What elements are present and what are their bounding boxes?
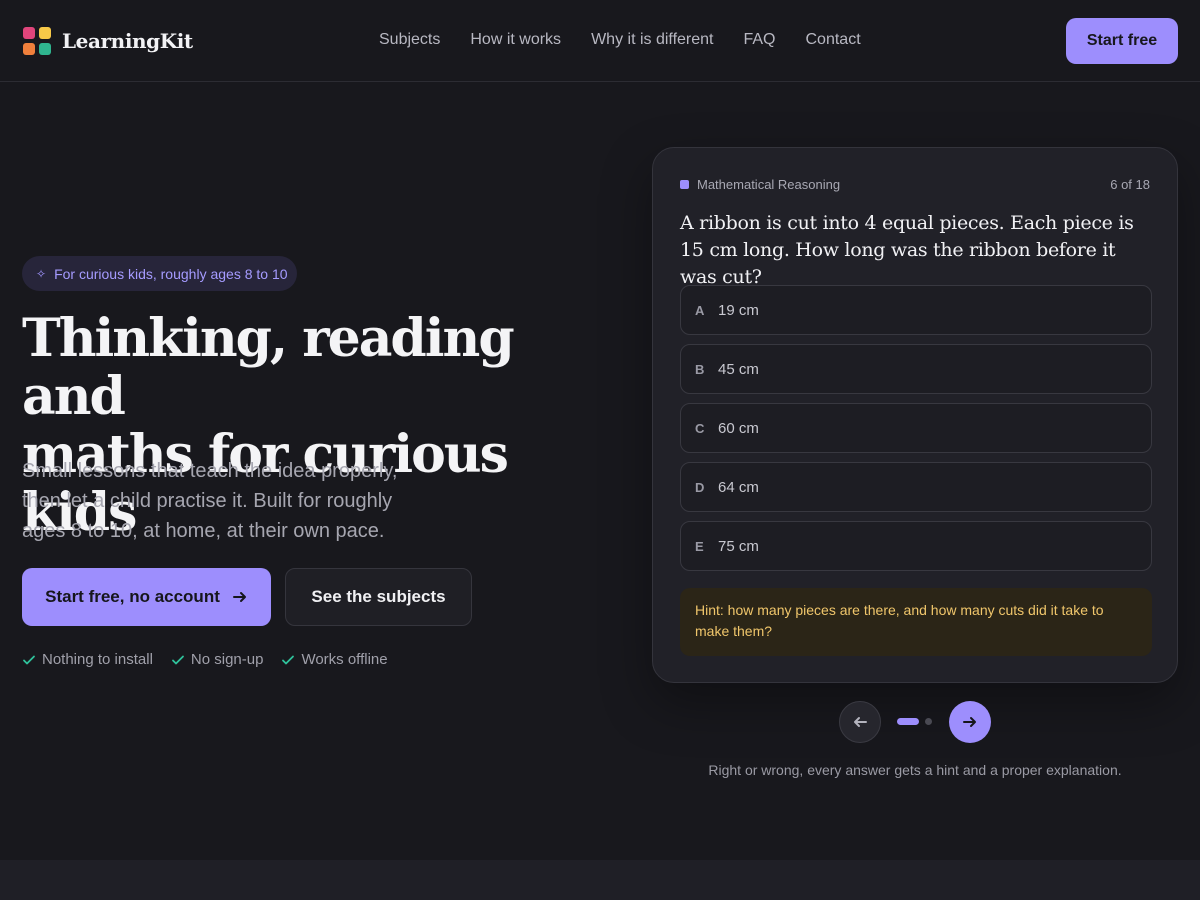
hint-box: Hint: how many pieces are there, and how… bbox=[680, 588, 1152, 656]
logo-square-icon bbox=[23, 43, 35, 55]
logo-square-icon bbox=[39, 27, 51, 39]
option-letter: E bbox=[695, 538, 704, 554]
answer-option-c[interactable]: C 60 cm bbox=[680, 403, 1152, 453]
next-section-edge bbox=[0, 860, 1200, 900]
sparkle-icon: ✧ bbox=[36, 266, 47, 281]
carousel-dot[interactable] bbox=[925, 718, 932, 725]
see-subjects-button[interactable]: See the subjects bbox=[285, 568, 472, 626]
check-label: Works offline bbox=[301, 651, 388, 668]
next-question-button[interactable] bbox=[949, 701, 991, 743]
audience-badge: ✧ For curious kids, roughly ages 8 to 10 bbox=[22, 256, 297, 291]
nav-link-subjects[interactable]: Subjects bbox=[379, 31, 440, 49]
quiz-category: Mathematical Reasoning bbox=[680, 177, 840, 192]
nav-link-how-it-works[interactable]: How it works bbox=[470, 31, 561, 49]
category-label: Mathematical Reasoning bbox=[697, 177, 841, 192]
nav-link-why-different[interactable]: Why it is different bbox=[591, 31, 713, 49]
answer-option-d[interactable]: D 64 cm bbox=[680, 462, 1152, 512]
carousel-dot-active[interactable] bbox=[897, 718, 919, 725]
option-letter: B bbox=[695, 361, 705, 377]
hero-subtitle-line: ages 8 to 10, at home, at their own pace… bbox=[22, 520, 385, 542]
brand-name: LearningKit bbox=[62, 29, 193, 53]
feature-checks: Nothing to install No sign-up Works offl… bbox=[22, 651, 388, 668]
logo[interactable]: LearningKit bbox=[23, 27, 193, 55]
check-icon bbox=[282, 655, 295, 664]
logo-square-icon bbox=[39, 43, 51, 55]
arrow-right-icon bbox=[963, 717, 976, 727]
check-icon bbox=[172, 655, 184, 664]
option-text: 19 cm bbox=[718, 301, 759, 319]
question-progress: 6 of 18 bbox=[1110, 177, 1150, 192]
primary-cta-label: Start free, no account bbox=[45, 587, 220, 606]
nav-link-contact[interactable]: Contact bbox=[806, 31, 861, 49]
check-label: No sign-up bbox=[190, 651, 264, 668]
hero-subtitle: Small lessons that teach the idea proper… bbox=[22, 456, 442, 546]
arrow-right-icon bbox=[232, 592, 246, 602]
badge-label: For curious kids, roughly ages 8 to 10 bbox=[54, 265, 288, 282]
category-dot-icon bbox=[680, 180, 689, 189]
hero-title-line: Thinking, reading and bbox=[22, 308, 515, 427]
answer-option-b[interactable]: B 45 cm bbox=[680, 344, 1152, 394]
option-text: 64 cm bbox=[718, 478, 759, 496]
option-letter: A bbox=[695, 302, 705, 318]
check-icon bbox=[23, 655, 35, 664]
answer-option-e[interactable]: E 75 cm bbox=[680, 521, 1152, 571]
check-item: Nothing to install bbox=[22, 651, 153, 668]
main-nav: Subjects How it works Why it is differen… bbox=[379, 31, 861, 49]
answer-options: A 19 cm B 45 cm C 60 cm D 64 cm E 75 cm bbox=[680, 285, 1152, 580]
option-text: 60 cm bbox=[718, 419, 759, 437]
quiz-card: Mathematical Reasoning 6 of 18 A ribbon … bbox=[652, 147, 1178, 683]
arrow-left-icon bbox=[854, 717, 867, 727]
option-text: 75 cm bbox=[718, 537, 759, 555]
option-letter: C bbox=[695, 420, 705, 436]
option-text: 45 cm bbox=[718, 360, 759, 378]
start-free-no-account-button[interactable]: Start free, no account bbox=[22, 568, 271, 626]
nav-link-faq[interactable]: FAQ bbox=[743, 31, 775, 49]
logo-square-icon bbox=[23, 27, 35, 39]
check-item: No sign-up bbox=[171, 651, 264, 668]
question-text: A ribbon is cut into 4 equal pieces. Eac… bbox=[680, 212, 1134, 288]
check-item: Works offline bbox=[281, 651, 388, 668]
previous-question-button[interactable] bbox=[839, 701, 881, 743]
start-free-button[interactable]: Start free bbox=[1066, 18, 1178, 64]
hero-subtitle-line: then let a child practise it. Built for … bbox=[22, 490, 393, 512]
site-header: LearningKit Subjects How it works Why it… bbox=[0, 0, 1200, 82]
option-letter: D bbox=[695, 479, 705, 495]
carousel-caption: Right or wrong, every answer gets a hint… bbox=[708, 762, 1122, 778]
answer-option-a[interactable]: A 19 cm bbox=[680, 285, 1152, 335]
carousel-dots bbox=[897, 718, 932, 725]
logo-mark-icon bbox=[23, 27, 51, 55]
check-label: Nothing to install bbox=[42, 651, 153, 668]
hero-subtitle-line: Small lessons that teach the idea proper… bbox=[22, 460, 398, 482]
